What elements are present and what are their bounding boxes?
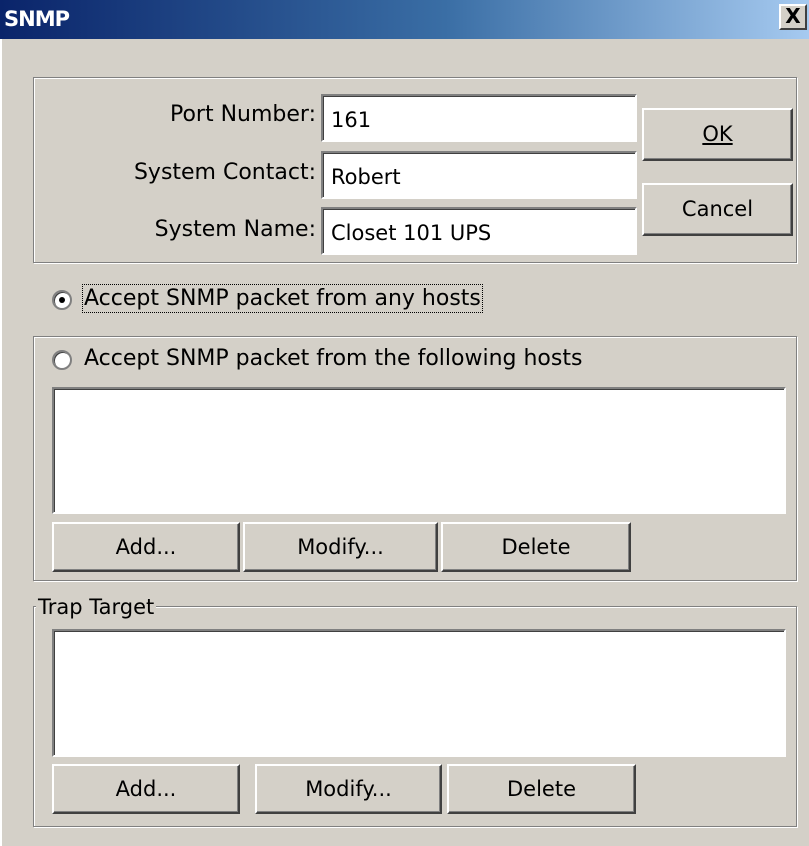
window-title: SNMP: [4, 7, 70, 31]
system-contact-label: System Contact:: [133, 160, 316, 185]
any-hosts-label[interactable]: Accept SNMP packet from any hosts: [82, 284, 483, 313]
trap-modify-label: Modify...: [305, 777, 392, 801]
trap-delete-label: Delete: [507, 777, 576, 801]
system-name-value: Closet 101 UPS: [331, 221, 492, 245]
system-contact-field[interactable]: Robert: [321, 151, 637, 199]
hosts-list[interactable]: [52, 387, 786, 514]
ok-button-label: OK: [702, 122, 733, 146]
trap-modify-button[interactable]: Modify...: [255, 764, 442, 814]
hosts-modify-label: Modify...: [297, 535, 384, 559]
any-hosts-radio[interactable]: [52, 290, 72, 310]
trap-add-label: Add...: [115, 777, 177, 801]
port-number-field[interactable]: 161: [321, 94, 637, 142]
close-icon: X: [785, 4, 801, 28]
system-name-label: System Name:: [154, 217, 316, 242]
close-button[interactable]: X: [779, 4, 807, 30]
hosts-add-button[interactable]: Add...: [52, 522, 240, 572]
cancel-button-label: Cancel: [681, 197, 754, 221]
hosts-modify-button[interactable]: Modify...: [243, 522, 438, 572]
cancel-button[interactable]: Cancel: [642, 183, 793, 236]
trap-add-button[interactable]: Add...: [52, 764, 240, 814]
system-contact-value: Robert: [331, 165, 401, 189]
port-number-value: 161: [331, 108, 372, 132]
ok-button[interactable]: OK: [642, 108, 793, 161]
radio-selected-dot: [59, 297, 65, 303]
hosts-add-label: Add...: [115, 535, 177, 559]
window-frame: [0, 39, 2, 846]
port-number-label: Port Number:: [169, 102, 316, 127]
hosts-delete-label: Delete: [501, 535, 571, 559]
following-hosts-radio[interactable]: [52, 350, 72, 370]
trap-delete-button[interactable]: Delete: [447, 764, 636, 814]
trap-target-title: Trap Target: [36, 595, 157, 619]
hosts-delete-button[interactable]: Delete: [441, 522, 631, 572]
following-hosts-label[interactable]: Accept SNMP packet from the following ho…: [84, 346, 582, 371]
trap-target-list[interactable]: [52, 629, 786, 757]
system-name-field[interactable]: Closet 101 UPS: [321, 207, 637, 255]
title-bar: SNMP X: [0, 0, 809, 39]
